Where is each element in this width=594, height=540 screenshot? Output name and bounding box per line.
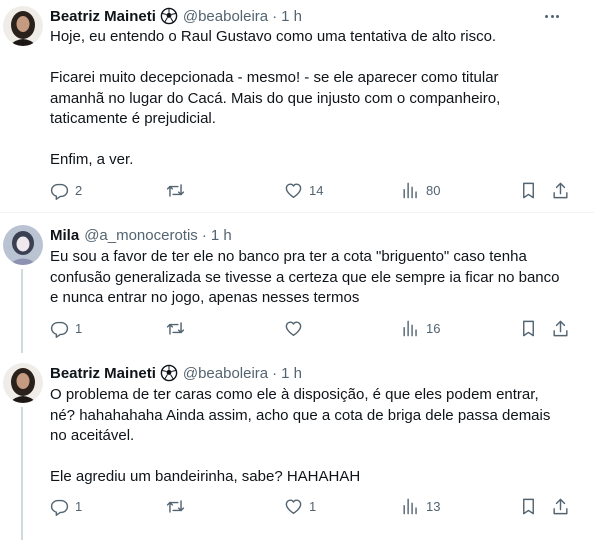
tweet-actions: 1 16 xyxy=(50,317,570,339)
like-button[interactable] xyxy=(284,317,303,339)
tweet-text-line: Ele agrediu um bandeirinha, sabe? HAHAHA… xyxy=(50,468,361,485)
reply-button[interactable]: 1 xyxy=(50,495,82,517)
separator-dot: · xyxy=(201,226,207,244)
author-name[interactable]: Mila xyxy=(50,227,79,244)
retweet-button[interactable] xyxy=(166,179,185,201)
thread-line xyxy=(21,269,23,353)
tweet-header: Mila @a_monocerotis · 1 h xyxy=(50,225,232,245)
views-button[interactable]: 13 xyxy=(401,495,440,517)
retweet-button[interactable] xyxy=(166,317,185,339)
timestamp[interactable]: 1 h xyxy=(281,365,302,382)
tweet-2[interactable]: Mila @a_monocerotis · 1 h Eu sou a favor… xyxy=(0,213,594,353)
tweet-text: Hoje, eu entendo o Raul Gustavo como uma… xyxy=(50,27,570,171)
tweet-actions: 2 14 80 xyxy=(50,179,570,201)
share-icon xyxy=(553,182,568,198)
reply-button[interactable]: 1 xyxy=(50,317,82,339)
reply-icon xyxy=(50,499,69,516)
views-icon xyxy=(403,498,417,514)
heart-icon xyxy=(285,320,302,336)
tweet-text: O problema de ter caras como ele à dispo… xyxy=(50,385,570,488)
reply-count: 1 xyxy=(75,498,83,514)
timestamp[interactable]: 1 h xyxy=(211,227,232,244)
tweet-actions: 1 1 13 xyxy=(50,495,570,517)
author-name[interactable]: Beatriz Maineti xyxy=(50,365,156,382)
tweet-text-line: e nunca entrar no jogo, apenas nesses te… xyxy=(50,289,360,306)
like-count: 14 xyxy=(309,182,324,198)
tweet-text-line: confusão generalizada se tivesse a certe… xyxy=(50,268,560,286)
tweet-text-line: Hoje, eu entendo o Raul Gustavo como uma… xyxy=(50,28,497,45)
timestamp[interactable]: 1 h xyxy=(281,8,302,25)
soccer-ball-icon xyxy=(160,7,178,25)
tweet-text-line: Ficarei muito decepcionada - mesmo! - se… xyxy=(50,69,499,86)
author-handle[interactable]: @beaboleira xyxy=(183,365,268,382)
avatar[interactable] xyxy=(3,6,43,46)
retweet-icon xyxy=(166,321,185,335)
retweet-icon xyxy=(166,183,185,197)
author-handle[interactable]: @beaboleira xyxy=(183,8,268,25)
share-icon xyxy=(553,320,568,336)
tweet-text-line: taticamente é prejudicial. xyxy=(50,110,216,127)
reply-count: 2 xyxy=(75,182,83,198)
tweet-header: Beatriz Maineti @beaboleira · 1 h xyxy=(50,363,302,383)
author-handle[interactable]: @a_monocerotis xyxy=(84,227,198,244)
bookmark-icon xyxy=(523,182,534,198)
tweet-text-line: Eu sou a favor de ter ele no banco pra t… xyxy=(50,248,527,265)
avatar[interactable] xyxy=(3,363,43,403)
tweet-text-line: né? hahahahaha Ainda assim, acho que a c… xyxy=(50,406,551,424)
bookmark-button[interactable] xyxy=(519,495,538,517)
more-icon[interactable] xyxy=(542,7,562,25)
views-button[interactable]: 80 xyxy=(401,179,440,201)
views-count: 13 xyxy=(426,498,441,514)
bookmark-button[interactable] xyxy=(519,317,538,339)
views-count: 80 xyxy=(426,182,441,198)
bookmark-icon xyxy=(523,320,534,336)
tweet-text-line: no aceitável. xyxy=(50,427,135,444)
author-name[interactable]: Beatriz Maineti xyxy=(50,8,156,25)
views-count: 16 xyxy=(426,320,441,336)
tweet-text-line: O problema de ter caras como ele à dispo… xyxy=(50,386,539,403)
views-button[interactable]: 16 xyxy=(401,317,440,339)
reply-count: 1 xyxy=(75,320,83,336)
thread-line xyxy=(21,407,23,540)
share-button[interactable] xyxy=(551,179,570,201)
share-button[interactable] xyxy=(551,495,570,517)
share-icon xyxy=(553,498,568,514)
bookmark-icon xyxy=(523,498,534,514)
tweet-text: Eu sou a favor de ter ele no banco pra t… xyxy=(50,247,570,309)
tweet-1[interactable]: Beatriz Maineti @beaboleira · 1 h Hoje, … xyxy=(0,0,594,212)
retweet-button[interactable] xyxy=(166,495,185,517)
reply-icon xyxy=(50,321,69,338)
like-button[interactable]: 14 xyxy=(284,179,323,201)
retweet-icon xyxy=(166,499,185,513)
tweet-text-line: Enfim, a ver. xyxy=(50,151,134,168)
views-icon xyxy=(403,320,417,336)
tweet-3[interactable]: Beatriz Maineti @beaboleira · 1 h O prob… xyxy=(0,351,594,540)
tweet-text-line: amanhã no lugar do Cacá. Mais do que inj… xyxy=(50,89,501,107)
like-button[interactable]: 1 xyxy=(284,495,316,517)
separator-dot: · xyxy=(272,7,278,25)
bookmark-button[interactable] xyxy=(519,179,538,201)
reply-button[interactable]: 2 xyxy=(50,179,82,201)
separator-dot: · xyxy=(272,364,278,382)
heart-icon xyxy=(285,498,302,514)
reply-icon xyxy=(50,183,69,200)
heart-icon xyxy=(285,182,302,198)
tweet-header: Beatriz Maineti @beaboleira · 1 h xyxy=(50,6,302,26)
like-count: 1 xyxy=(309,498,317,514)
soccer-ball-icon xyxy=(160,364,178,382)
views-icon xyxy=(403,182,417,198)
avatar[interactable] xyxy=(3,225,43,265)
share-button[interactable] xyxy=(551,317,570,339)
